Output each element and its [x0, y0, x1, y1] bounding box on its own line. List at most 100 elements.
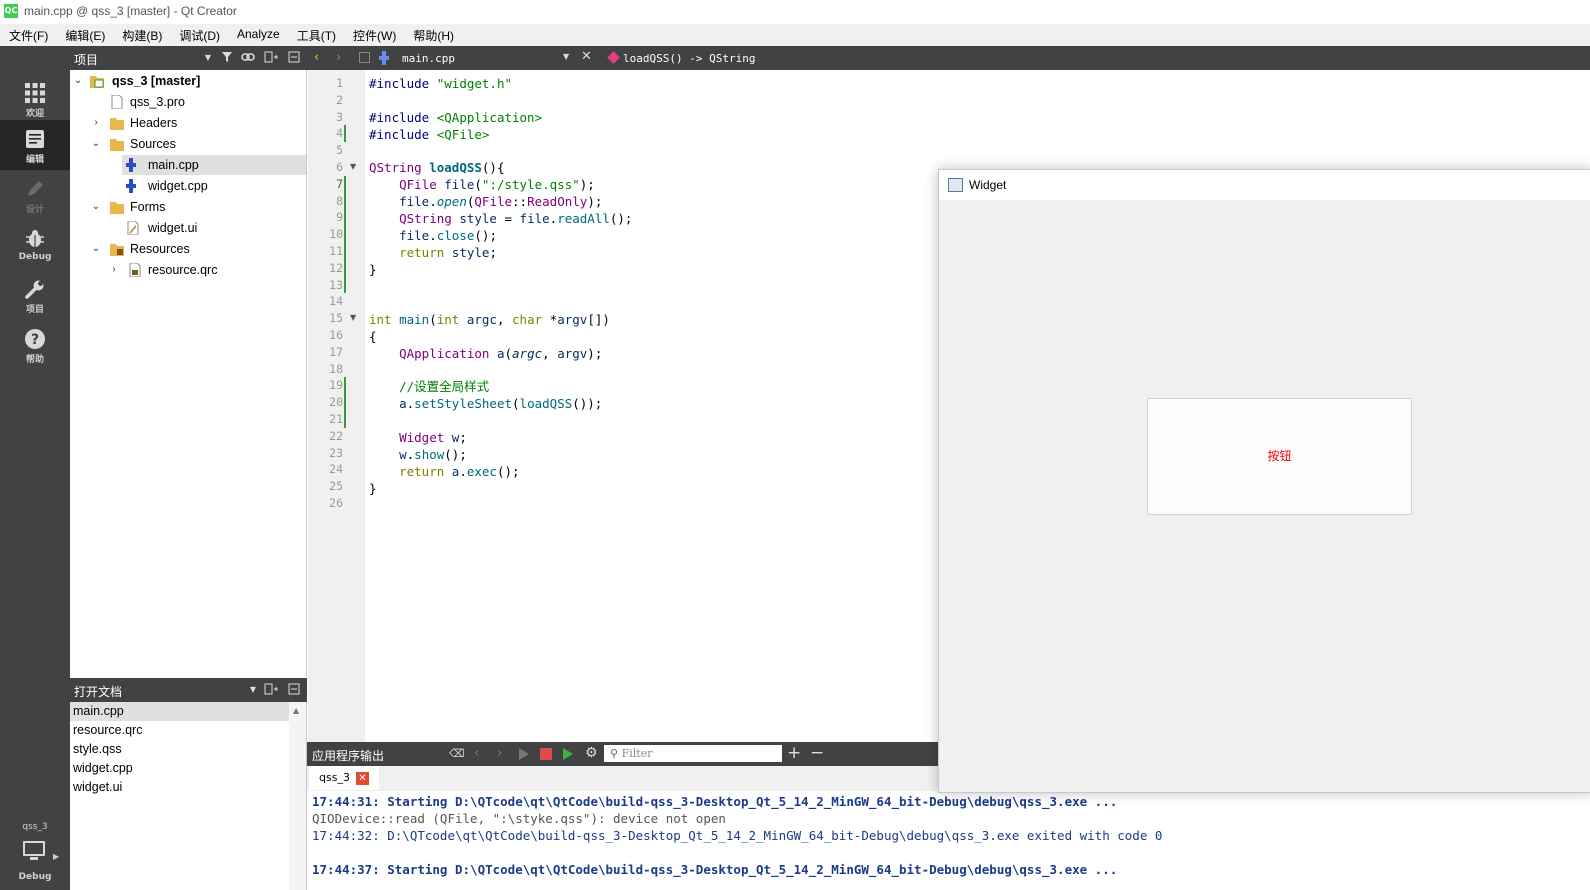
menu-file[interactable]: 文件(F)	[0, 24, 56, 46]
current-file-name[interactable]: main.cpp	[402, 52, 455, 65]
grid-icon	[25, 83, 45, 103]
open-doc-item[interactable]: widget.cpp	[73, 759, 133, 778]
line-number: 14	[329, 294, 343, 309]
run-icon[interactable]	[519, 748, 529, 760]
tree-item-resource-qrc[interactable]: › resource.qrc	[70, 260, 306, 280]
scroll-up-icon[interactable]: ▲	[293, 706, 299, 715]
line-number: 5	[336, 143, 343, 158]
tree-item-sources[interactable]: ⌄ Sources	[70, 134, 306, 154]
fold-marker-icon[interactable]: ▼	[350, 162, 356, 171]
mode-projects[interactable]: 项目	[0, 270, 70, 320]
tree-item-widget-ui[interactable]: widget.ui	[122, 218, 306, 238]
debug-run-icon[interactable]	[563, 748, 573, 760]
code-line: int main(int argc, char *argv[])	[369, 312, 610, 327]
tree-item-forms[interactable]: ⌄ Forms	[70, 197, 306, 217]
project-pane-title: 项目	[74, 53, 99, 67]
close-file-icon[interactable]: ✕	[581, 49, 592, 64]
output-text[interactable]: 17:44:31: Starting D:\QTcode\qt\QtCode\b…	[307, 791, 1590, 890]
stop-icon[interactable]	[540, 748, 552, 760]
dropdown-arrow-icon[interactable]: ▼	[201, 51, 215, 65]
filter-icon[interactable]	[220, 51, 234, 65]
gear-icon[interactable]: ⚙	[585, 745, 598, 761]
code-line: Widget w;	[399, 430, 467, 445]
code-line: file.open(QFile::ReadOnly);	[399, 194, 603, 209]
line-number: 23	[329, 445, 343, 460]
menu-widgets[interactable]: 控件(W)	[344, 24, 404, 46]
tree-item-main-cpp[interactable]: main.cpp	[122, 155, 306, 175]
filter-input[interactable]: ⚲ Filter	[604, 745, 782, 762]
chevron-down-icon[interactable]: ⌄	[73, 71, 83, 91]
tree-item-resources[interactable]: ⌄ Resources	[70, 239, 306, 259]
mode-design[interactable]: 设计	[0, 170, 70, 220]
line-number: 8	[336, 193, 343, 208]
back-icon[interactable]: ‹	[314, 50, 319, 65]
clear-output-icon[interactable]: ⌫	[449, 747, 465, 760]
open-doc-item[interactable]: resource.qrc	[73, 721, 142, 740]
chevron-down-icon[interactable]: ⌄	[91, 197, 101, 217]
mode-welcome[interactable]: 欢迎	[0, 74, 70, 124]
chevron-down-icon[interactable]: ⌄	[91, 239, 101, 259]
code-editor[interactable]: #include "widget.h" #include <QApplicati…	[365, 70, 940, 742]
link-icon[interactable]	[241, 51, 255, 65]
close-pane-icon[interactable]	[287, 51, 301, 65]
lock-icon[interactable]	[359, 52, 370, 63]
kit-label: qss_3	[22, 822, 48, 832]
next-icon[interactable]: ›	[497, 745, 503, 761]
cpp-file-icon	[126, 158, 136, 172]
menu-build[interactable]: 构建(B)	[113, 24, 170, 46]
change-marker	[344, 377, 346, 428]
search-icon: ⚲	[610, 747, 619, 760]
pro-file-icon	[111, 95, 123, 109]
tree-item-headers[interactable]: › Headers	[70, 113, 306, 133]
kit-arrow-icon[interactable]: ▶	[53, 852, 59, 861]
tree-item-pro-file[interactable]: qss_3.pro	[70, 92, 306, 112]
edit-icon	[26, 130, 44, 148]
add-icon[interactable]: +	[787, 743, 801, 763]
line-number: 13	[329, 277, 343, 292]
minus-icon[interactable]: −	[810, 743, 824, 763]
prev-icon[interactable]: ‹	[474, 745, 480, 761]
chevron-right-icon[interactable]: ›	[109, 260, 119, 280]
mode-edit[interactable]: 编辑	[0, 120, 70, 170]
change-marker	[344, 192, 346, 260]
tree-label: Forms	[130, 200, 166, 214]
line-number: 17	[329, 344, 343, 359]
chevron-right-icon[interactable]: ›	[91, 113, 101, 133]
mode-help[interactable]: ? 帮助	[0, 320, 70, 370]
menu-edit[interactable]: 编辑(E)	[56, 24, 113, 46]
editor-toolbar: ‹ › main.cpp ▼ ✕ loadQSS() -> QString	[307, 46, 1590, 70]
forward-icon[interactable]: ›	[336, 50, 341, 65]
tree-item-widget-cpp[interactable]: widget.cpp	[122, 176, 306, 196]
output-tab[interactable]: qss_3 ✕	[309, 766, 379, 790]
kit-selector[interactable]	[22, 840, 48, 862]
push-button[interactable]: 按钮	[1147, 398, 1412, 515]
file-dropdown-icon[interactable]: ▼	[563, 52, 569, 61]
chevron-down-icon[interactable]: ⌄	[91, 134, 101, 154]
output-line: 17:44:37: Starting D:\QTcode\qt\QtCode\b…	[312, 862, 1118, 877]
open-doc-item[interactable]: main.cpp	[70, 702, 290, 721]
close-pane-icon[interactable]	[287, 683, 301, 697]
svg-text:?: ?	[31, 332, 39, 348]
split-icon[interactable]	[264, 683, 278, 697]
mode-debug[interactable]: Debug	[0, 220, 70, 270]
line-number: 7	[336, 176, 343, 191]
dropdown-arrow-icon[interactable]: ▼	[246, 683, 260, 697]
fold-marker-icon[interactable]: ▼	[350, 313, 356, 322]
widget-title-bar[interactable]: Widget	[939, 170, 1590, 200]
current-function[interactable]: loadQSS() -> QString	[623, 52, 755, 65]
line-number: 26	[329, 496, 343, 510]
tree-item-project[interactable]: ⌄ qss_3 [master]	[70, 71, 306, 91]
folder-icon	[110, 139, 124, 151]
open-doc-item[interactable]: style.qss	[73, 740, 122, 759]
menu-help[interactable]: 帮助(H)	[404, 24, 462, 46]
line-number: 16	[329, 328, 343, 342]
split-icon[interactable]	[264, 51, 278, 65]
code-line: QString loadQSS(){	[369, 160, 505, 175]
menu-debug[interactable]: 调试(D)	[170, 24, 228, 46]
close-tab-icon[interactable]: ✕	[355, 771, 369, 785]
menu-analyze[interactable]: Analyze	[228, 24, 288, 46]
open-doc-item[interactable]: widget.ui	[73, 778, 122, 797]
scrollbar[interactable]: ▲	[289, 702, 306, 890]
menu-tools[interactable]: 工具(T)	[288, 24, 344, 46]
folder-icon	[110, 202, 124, 214]
